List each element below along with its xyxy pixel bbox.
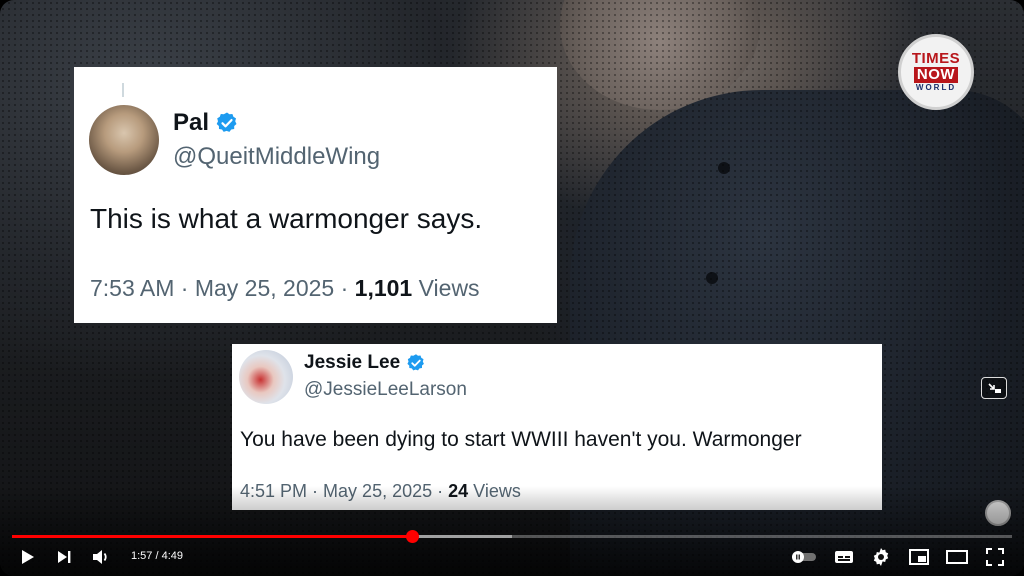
current-time: 1:57: [131, 550, 153, 562]
author-name-text: Jessie Lee: [304, 352, 401, 373]
verified-badge-icon: [216, 112, 237, 132]
gear-icon: [873, 548, 889, 566]
play-button[interactable]: [16, 545, 40, 569]
miniplayer-icon: [909, 549, 929, 565]
skip-next-icon: [58, 551, 71, 563]
progress-scrubber-handle[interactable]: [406, 530, 419, 543]
volume-icon: [93, 550, 107, 564]
tweet-body: This is what a warmonger says.: [90, 203, 483, 234]
verified-badge-icon: [407, 354, 425, 371]
watermark-line3: WORLD: [915, 83, 957, 92]
theater-mode-icon: [946, 550, 968, 564]
tweet-time: 7:53 AM: [90, 275, 175, 301]
video-player[interactable]: TIMES NOW WORLD Pal @QueitMiddleWing Thi…: [0, 0, 1024, 576]
settings-button[interactable]: [869, 545, 893, 569]
fullscreen-button[interactable]: [983, 545, 1007, 569]
progress-bar[interactable]: [12, 530, 1012, 543]
tweet-views-count: 1,101: [354, 275, 413, 301]
time-separator: /: [155, 550, 159, 562]
avatar: [89, 105, 159, 175]
time-display: 1:57 / 4:49: [131, 550, 183, 562]
mute-button[interactable]: [89, 545, 113, 569]
avatar: [239, 350, 293, 404]
tweet-card: Pal @QueitMiddleWing This is what a warm…: [74, 67, 557, 323]
tweet-author-handle: @JessieLeeLarson: [304, 379, 467, 400]
autoplay-toggle[interactable]: [790, 545, 818, 569]
tweet-views-label: Views: [418, 275, 480, 301]
fullscreen-icon: [986, 548, 1004, 566]
play-icon: [22, 550, 34, 564]
duration: 4:49: [161, 550, 184, 562]
tweet-meta: 7:53 AM · May 25, 2025 · 1,101 Views: [90, 275, 480, 301]
subtitles-icon: [835, 551, 853, 563]
author-name-text: Pal: [173, 109, 210, 136]
watermark-line2: NOW: [913, 67, 959, 83]
tweet-author-name: Pal: [173, 109, 239, 137]
tweet-author-name: Jessie Lee: [304, 352, 426, 374]
theater-mode-button[interactable]: [945, 545, 969, 569]
progress-played: [12, 535, 412, 538]
picture-in-picture-overlay-icon[interactable]: [981, 377, 1007, 399]
tweet-author-handle: @QueitMiddleWing: [173, 143, 381, 170]
watermark-line1: TIMES: [911, 50, 961, 67]
miniplayer-button[interactable]: [907, 545, 931, 569]
subtitles-button[interactable]: [832, 545, 856, 569]
autoplay-toggle-icon: [792, 551, 816, 563]
thread-line: [122, 83, 124, 97]
channel-watermark-logo: TIMES NOW WORLD: [898, 34, 974, 110]
tweet-date: May 25, 2025: [194, 275, 335, 301]
tweet-body: You have been dying to start WWIII haven…: [240, 428, 802, 451]
next-button[interactable]: [52, 545, 76, 569]
